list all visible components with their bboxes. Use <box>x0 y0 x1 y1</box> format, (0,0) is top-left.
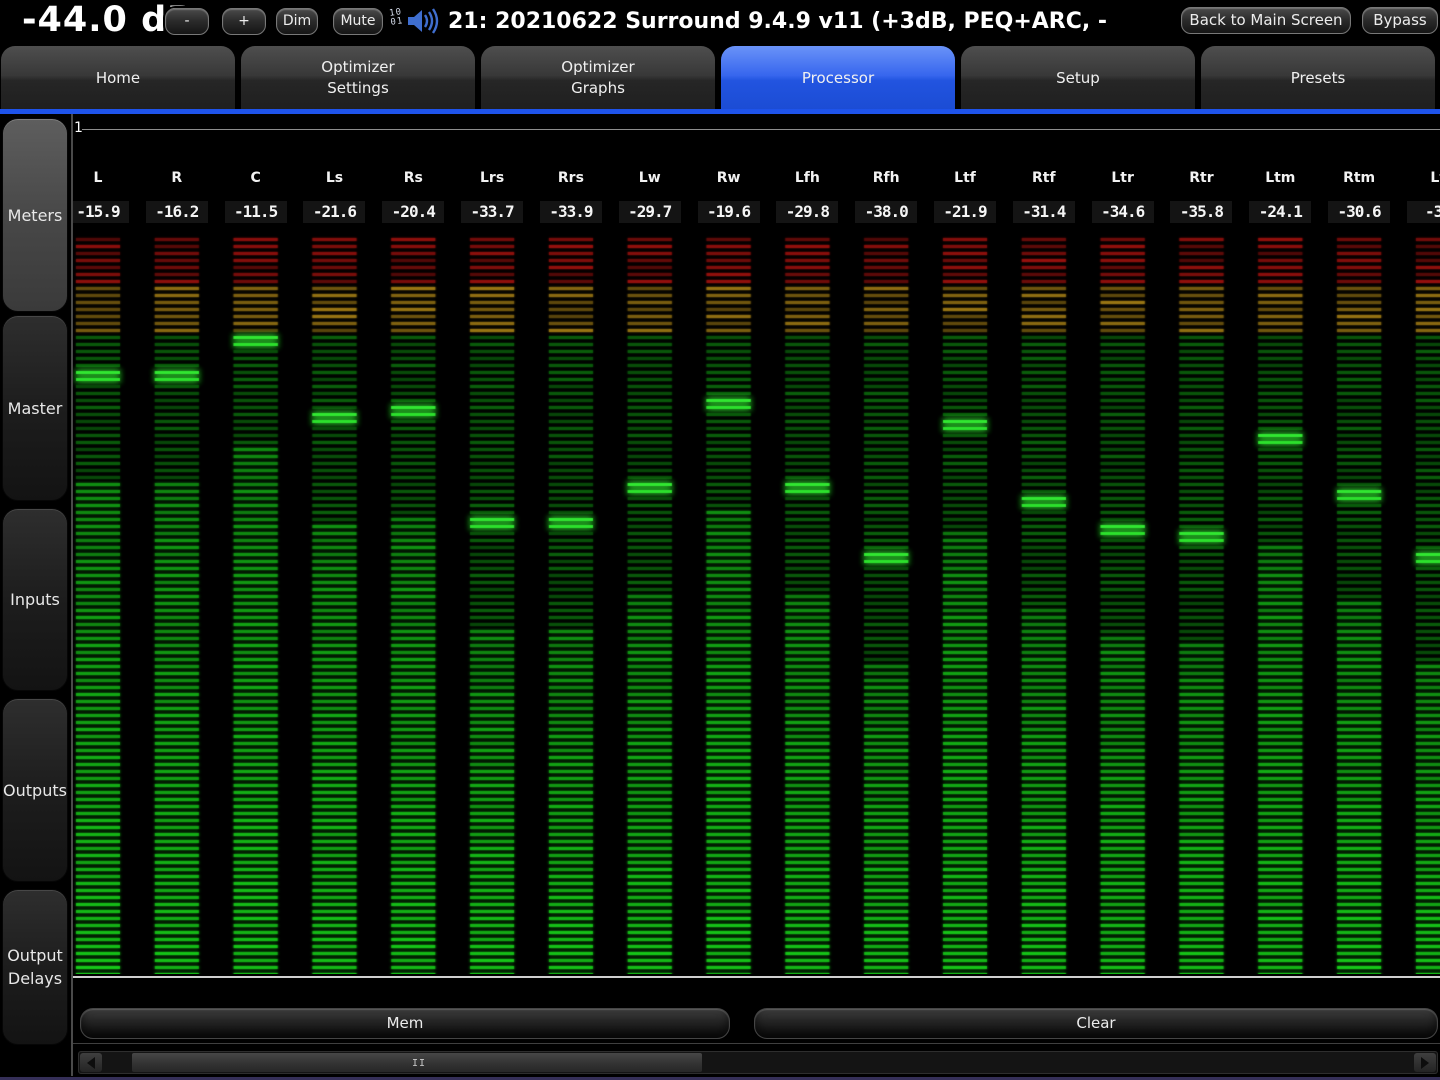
sidebar-item-meters[interactable]: Meters <box>2 118 68 312</box>
channel-level-rrs: -33.9 <box>539 201 602 223</box>
mem-button[interactable]: Mem <box>80 1008 730 1039</box>
meter-group-line <box>82 129 1440 130</box>
back-to-main-screen-button[interactable]: Back to Main Screen <box>1181 7 1351 34</box>
channel-label-rrs: Rrs <box>557 170 584 186</box>
channel-label-lf: Lf <box>1430 170 1440 186</box>
channel-level-rtm: -30.6 <box>1328 201 1391 223</box>
top-bar: -44.0 dB - + Dim Mute 10 01 21: 20210622 … <box>0 0 1440 45</box>
channel-label-r: R <box>171 170 183 186</box>
channel-level-lrs: -33.7 <box>461 201 524 223</box>
mute-button[interactable]: Mute <box>333 8 383 35</box>
channel-label-rtm: Rtm <box>1343 170 1376 186</box>
horizontal-scrollbar[interactable]: II <box>78 1051 1438 1074</box>
sidebar-item-outputs[interactable]: Outputs <box>2 698 68 882</box>
tab-processor[interactable]: Processor <box>721 46 955 110</box>
processor-meters-screen: -44.0 dB - + Dim Mute 10 01 21: 20210622 … <box>0 0 1440 1080</box>
channel-level-lf: -38 <box>1406 201 1440 223</box>
channel-level-l: -15.9 <box>73 201 129 223</box>
clear-button[interactable]: Clear <box>754 1008 1438 1039</box>
channel-label-ltr: Ltr <box>1111 170 1134 186</box>
scrollbar-top-edge <box>73 1043 1440 1044</box>
channel-level-lfh: -29.8 <box>776 201 839 223</box>
sidebar-item-master[interactable]: Master <box>2 315 68 501</box>
channel-level-rs: -20.4 <box>382 201 445 223</box>
dim-button[interactable]: Dim <box>276 8 318 35</box>
channel-label-ltm: Ltm <box>1265 170 1296 186</box>
channel-label-lw: Lw <box>638 170 661 186</box>
channel-label-rw: Rw <box>716 170 741 186</box>
channel-level-ltm: -24.1 <box>1249 201 1312 223</box>
scrollbar-thumb[interactable]: II <box>132 1053 702 1072</box>
channel-level-rtr: -35.8 <box>1170 201 1233 223</box>
channel-level-r: -16.2 <box>145 201 208 223</box>
channel-level-rw: -19.6 <box>697 201 760 223</box>
level-meters-canvas <box>73 114 1440 974</box>
channel-level-rfh: -38.0 <box>855 201 918 223</box>
tab-presets[interactable]: Presets <box>1201 46 1435 110</box>
tab-optimizer-graphs[interactable]: Optimizer Graphs <box>481 46 715 110</box>
sidebar-item-output-delays[interactable]: Output Delays <box>2 889 68 1045</box>
preset-title: 21: 20210622 Surround 9.4.9 v11 (+3dB, P… <box>448 9 1108 34</box>
channel-level-ltf: -21.9 <box>934 201 997 223</box>
scrollbar-grip: II <box>412 1058 427 1069</box>
scroll-right-button[interactable] <box>1414 1053 1436 1072</box>
channel-label-lfh: Lfh <box>794 170 820 186</box>
scroll-left-button[interactable] <box>80 1053 102 1072</box>
channel-label-rfh: Rfh <box>872 170 900 186</box>
volume-plus-button[interactable]: + <box>222 8 266 35</box>
sidebar: Meters Master Inputs Outputs Output Delays <box>0 114 70 1080</box>
channel-label-rtr: Rtr <box>1189 170 1214 186</box>
channel-label-c: C <box>250 170 261 186</box>
channel-level-ltr: -34.6 <box>1091 201 1154 223</box>
meter-bottom-separator <box>73 976 1440 978</box>
channel-level-rtf: -31.4 <box>1012 201 1075 223</box>
right-arrow-icon <box>1421 1056 1429 1069</box>
tab-home[interactable]: Home <box>1 46 235 110</box>
meters-panel: 1 L -15.9 R -16.2 C -11.5 Ls -21.6 Rs -20.4 Lrs -33… <box>71 114 1440 1076</box>
channel-level-ls: -21.6 <box>303 201 366 223</box>
left-arrow-icon <box>87 1056 95 1069</box>
meter-group-label: 1 <box>74 120 83 136</box>
speaker-icon <box>406 6 440 40</box>
sidebar-item-inputs[interactable]: Inputs <box>2 508 68 691</box>
digital-audio-bits-icon: 10 01 <box>388 7 405 28</box>
channel-label-l: L <box>93 170 103 186</box>
tab-setup[interactable]: Setup <box>961 46 1195 110</box>
channel-label-lrs: Lrs <box>480 170 505 186</box>
volume-minus-button[interactable]: - <box>165 8 209 35</box>
tab-optimizer-settings[interactable]: Optimizer Settings <box>241 46 475 110</box>
channel-label-ltf: Ltf <box>954 170 976 186</box>
channel-label-ls: Ls <box>325 170 344 186</box>
channel-level-lw: -29.7 <box>618 201 681 223</box>
channel-label-rtf: Rtf <box>1032 170 1056 186</box>
tab-bar: Home Optimizer Settings Optimizer Graphs Proc… <box>0 45 1440 110</box>
channel-level-c: -11.5 <box>224 201 287 223</box>
channel-label-rs: Rs <box>403 170 423 186</box>
bypass-button[interactable]: Bypass <box>1362 7 1438 34</box>
